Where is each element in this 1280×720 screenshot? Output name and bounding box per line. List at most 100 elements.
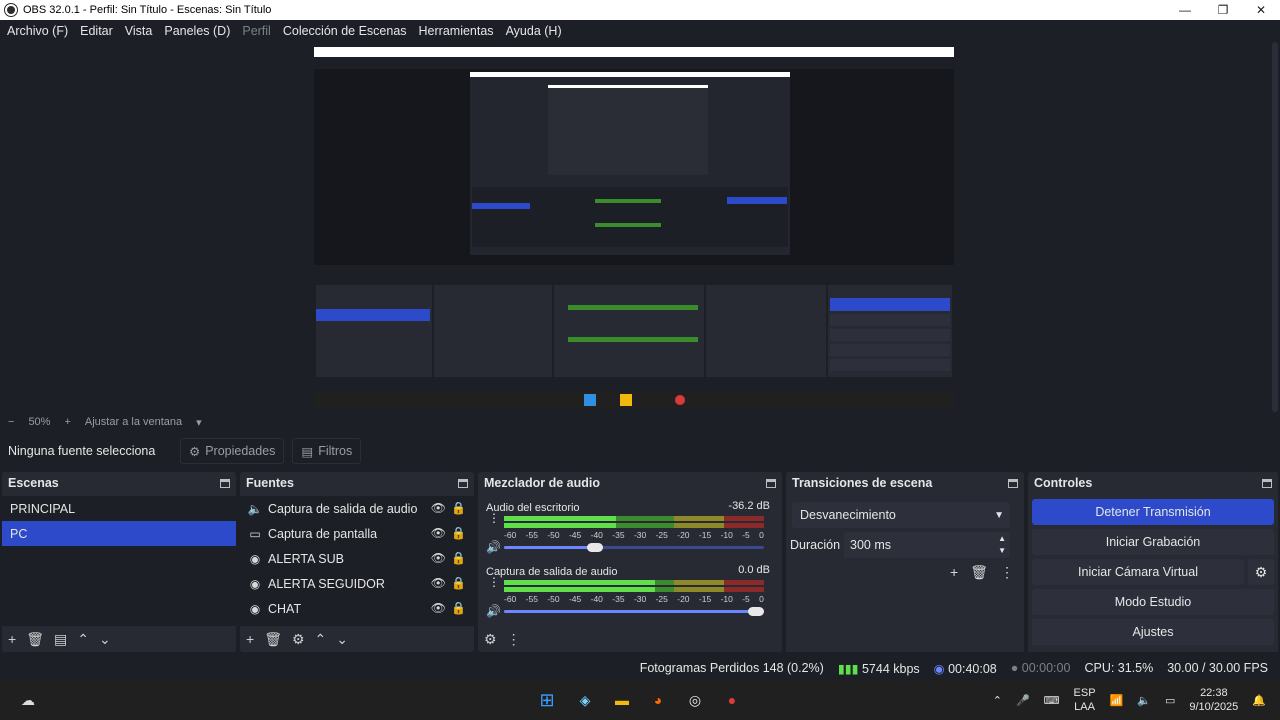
fit-window-select[interactable]: Ajustar a la ventana	[85, 416, 182, 428]
arrow-up-icon[interactable]: ⌃	[77, 631, 89, 648]
record-icon: ●	[1010, 661, 1019, 675]
chevron-up-icon[interactable]: ⌃	[993, 694, 1002, 707]
menu-archivo[interactable]: Archivo (F)	[3, 24, 72, 38]
more-vertical-icon[interactable]: ⋮	[1000, 564, 1014, 581]
more-vertical-icon[interactable]: ⋮	[488, 576, 500, 588]
gear-icon[interactable]: ⚙	[292, 631, 305, 648]
source-item[interactable]: ▭ Captura de pantalla 👁 🔒	[240, 521, 474, 546]
notification-bell-icon[interactable]: 🔔	[1252, 694, 1266, 707]
obs-taskbar-icon[interactable]: ◎	[685, 690, 705, 710]
wifi-icon[interactable]: 📶	[1110, 694, 1124, 707]
volume-slider[interactable]	[504, 543, 764, 552]
program-preview[interactable]	[314, 47, 954, 409]
speaker-icon[interactable]: 🔊	[486, 604, 501, 618]
arrow-down-icon[interactable]: ⌄	[336, 631, 348, 648]
lock-icon[interactable]: 🔒	[451, 501, 466, 515]
more-vertical-icon[interactable]: ⋮	[488, 512, 500, 524]
scene-item-pc[interactable]: PC	[2, 521, 236, 546]
controls-title: Controles	[1034, 476, 1093, 490]
eye-icon[interactable]: 👁	[431, 526, 446, 540]
eye-icon[interactable]: 👁	[431, 576, 446, 590]
eye-icon[interactable]: 👁	[431, 551, 446, 565]
keyboard-icon[interactable]: ⌨	[1044, 694, 1060, 707]
copilot-icon[interactable]: ◈	[575, 690, 595, 710]
popout-icon[interactable]	[1008, 478, 1018, 488]
menu-herramientas[interactable]: Herramientas	[415, 24, 498, 38]
zoom-in-button[interactable]: +	[64, 416, 70, 428]
source-item[interactable]: ◉ CHAT 👁 🔒	[240, 596, 474, 621]
firefox-icon[interactable]: ◕	[648, 690, 668, 710]
popout-icon[interactable]	[458, 478, 468, 488]
speaker-icon[interactable]: 🔊	[486, 540, 501, 554]
source-item[interactable]: ◉ ALERTA SUB 👁 🔒	[240, 546, 474, 571]
menu-ayuda[interactable]: Ayuda (H)	[502, 24, 566, 38]
app-red-icon[interactable]: ●	[722, 690, 742, 710]
scenes-dock: Escenas PRINCIPAL PC + 🗑 ▤ ⌃ ⌄	[2, 472, 236, 652]
chevron-down-icon[interactable]: ▾	[196, 416, 202, 429]
trash-icon[interactable]: 🗑	[26, 631, 44, 648]
context-bar: Ninguna fuente selecciona ⚙ Propiedades …	[0, 436, 1280, 466]
more-vertical-icon[interactable]: ⋮	[507, 631, 521, 648]
lock-icon[interactable]: 🔒	[451, 526, 466, 540]
source-item[interactable]: ◉ ALERTA SEGUIDOR 👁 🔒	[240, 571, 474, 596]
popout-icon[interactable]	[220, 478, 230, 488]
eye-icon[interactable]: 👁	[431, 501, 446, 515]
trash-icon[interactable]: 🗑	[970, 564, 988, 581]
menu-perfil[interactable]: Perfil	[238, 24, 274, 38]
controls-body: Detener Transmisión Iniciar Grabación In…	[1028, 496, 1278, 652]
menu-coleccion[interactable]: Colección de Escenas	[279, 24, 411, 38]
window-title: OBS 32.0.1 - Perfil: Sin Título - Escena…	[23, 4, 272, 16]
volume-icon[interactable]: 🔈	[1137, 694, 1151, 707]
menu-paneles[interactable]: Paneles (D)	[160, 24, 234, 38]
menu-vista[interactable]: Vista	[121, 24, 157, 38]
scene-label: PC	[10, 526, 28, 541]
add-icon[interactable]: +	[246, 631, 254, 647]
virtual-camera-gear-icon[interactable]: ⚙	[1248, 559, 1274, 585]
duration-input[interactable]: 300 ms ▲ ▼	[844, 532, 1010, 558]
start-virtual-camera-button[interactable]: Iniciar Cámara Virtual	[1032, 559, 1244, 585]
file-explorer-icon[interactable]: ▬	[612, 690, 632, 710]
lock-icon[interactable]: 🔒	[451, 551, 466, 565]
lock-icon[interactable]: 🔒	[451, 601, 466, 615]
properties-button[interactable]: ⚙ Propiedades	[180, 438, 285, 464]
meter-tick-label: -10	[720, 594, 733, 604]
eye-icon[interactable]: 👁	[431, 601, 446, 615]
transition-select[interactable]: Desvanecimiento ▼	[792, 502, 1010, 528]
zoom-out-button[interactable]: −	[8, 416, 14, 428]
close-button[interactable]: ✕	[1242, 0, 1280, 20]
trash-icon[interactable]: 🗑	[264, 631, 282, 648]
start-record-button[interactable]: Iniciar Grabación	[1032, 529, 1274, 555]
add-icon[interactable]: +	[8, 631, 16, 647]
meter-tick-label: -40	[590, 594, 603, 604]
source-item[interactable]: 🔈 Captura de salida de audio 👁 🔒	[240, 496, 474, 521]
meter-tick-label: -20	[677, 530, 690, 540]
settings-button[interactable]: Ajustes	[1032, 619, 1274, 645]
filter-icon[interactable]: ▤	[54, 631, 67, 648]
menu-editar[interactable]: Editar	[76, 24, 117, 38]
volume-slider[interactable]	[504, 607, 764, 616]
lock-icon[interactable]: 🔒	[451, 576, 466, 590]
maximize-button[interactable]: ❐	[1204, 0, 1242, 20]
popout-icon[interactable]	[766, 478, 776, 488]
add-icon[interactable]: +	[950, 564, 958, 581]
advanced-audio-gear-icon[interactable]: ⚙	[484, 631, 497, 648]
microphone-icon[interactable]: 🎤	[1016, 694, 1030, 707]
minimize-button[interactable]: —	[1166, 0, 1204, 20]
cpu-usage: CPU: 31.5%	[1084, 661, 1154, 675]
popout-icon[interactable]	[1262, 478, 1272, 488]
arrow-down-icon[interactable]: ⌄	[99, 631, 111, 648]
weather-icon[interactable]: ☁	[18, 690, 38, 710]
arrow-up-icon[interactable]: ⌃	[315, 631, 327, 648]
scene-item-principal[interactable]: PRINCIPAL	[2, 496, 236, 521]
stop-stream-button[interactable]: Detener Transmisión	[1032, 499, 1274, 525]
filters-button[interactable]: ▤ Filtros	[292, 438, 362, 464]
channel-name: Audio del escritorio	[486, 502, 580, 514]
battery-icon[interactable]: ▭	[1165, 694, 1175, 707]
windows-start-icon[interactable]: ⊞	[537, 690, 557, 710]
spin-icon[interactable]: ▲ ▼	[998, 533, 1006, 557]
studio-mode-button[interactable]: Modo Estudio	[1032, 589, 1274, 615]
properties-label: Propiedades	[205, 444, 276, 458]
clock[interactable]: 22:38 9/10/2025	[1189, 686, 1238, 714]
preview-scrollbar[interactable]	[1268, 42, 1280, 412]
language-indicator[interactable]: ESP LAA	[1074, 686, 1096, 714]
